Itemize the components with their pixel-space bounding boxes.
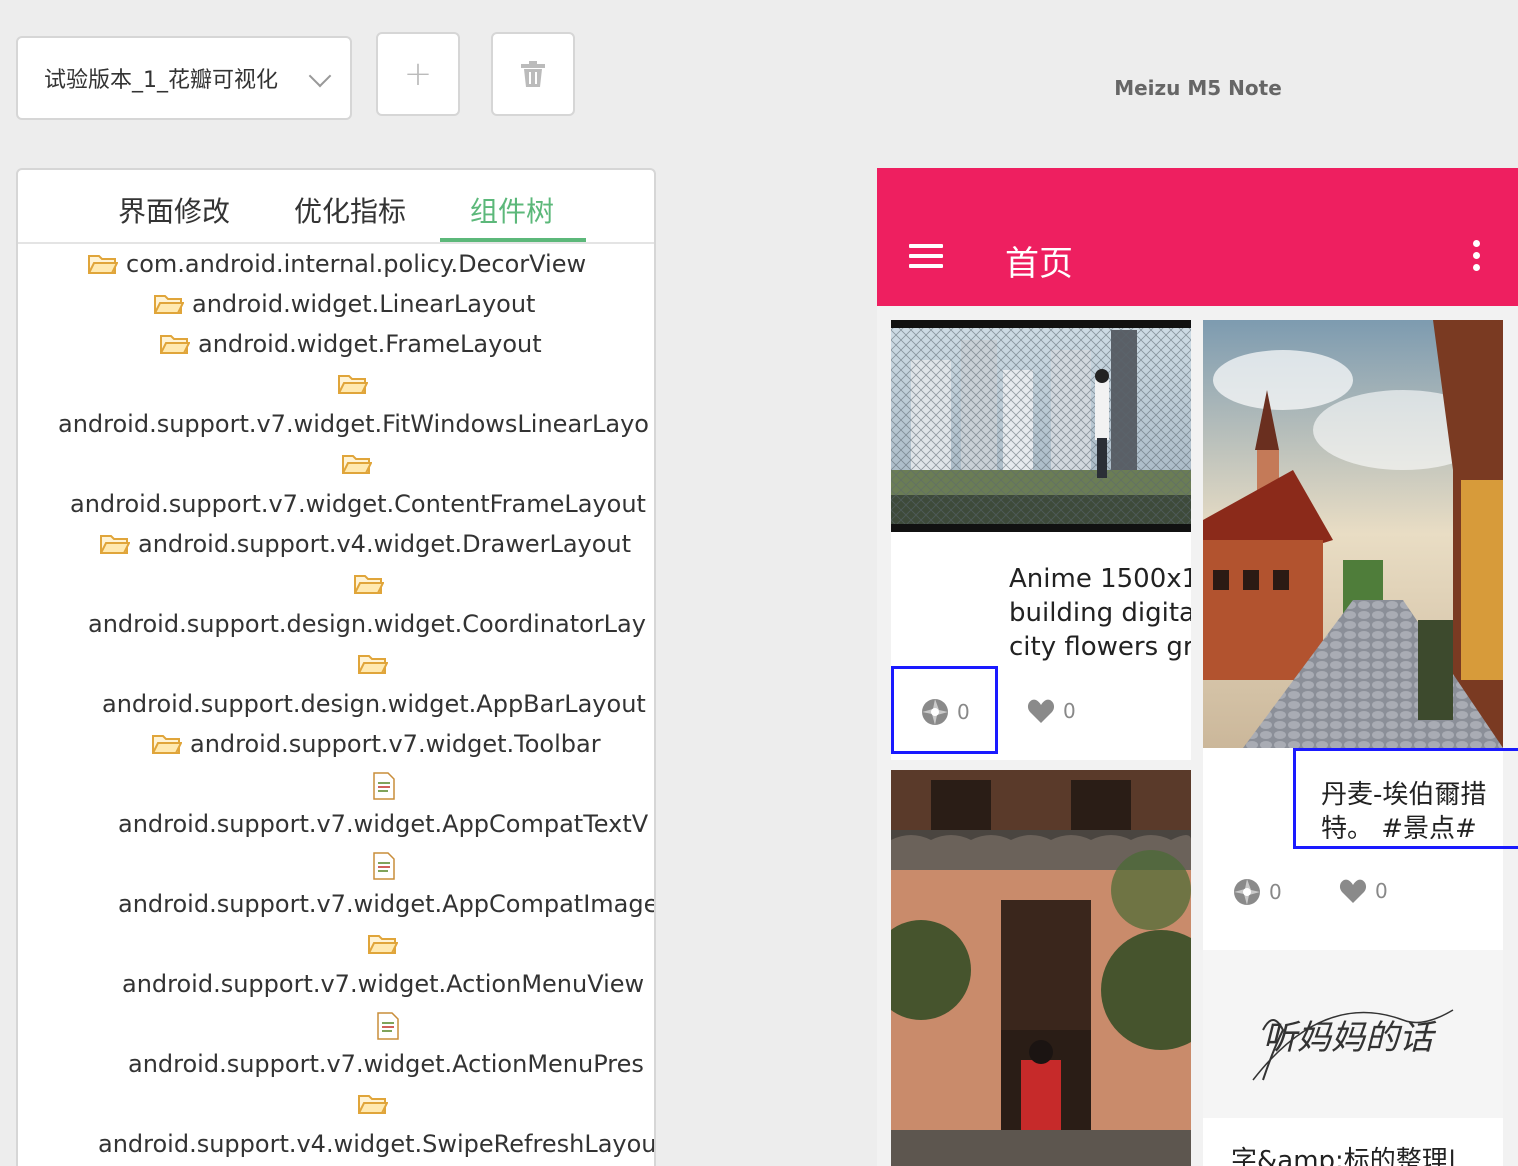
pin-image-anime-city: [891, 320, 1191, 532]
plus-icon: +: [403, 54, 433, 94]
tree-node-label: android.support.v7.widget.ActionMenuPres: [128, 1050, 644, 1078]
like-count-value: 0: [1375, 879, 1388, 903]
tree-node[interactable]: android.support.v7.widget.AppCompatImage: [18, 848, 656, 928]
like-count[interactable]: 0: [1027, 698, 1076, 724]
pin-card[interactable]: 丹麦-埃伯爾措 特。 #景点# 0 0: [1203, 320, 1503, 960]
tree-node[interactable]: android.support.v7.widget.ContentFrameLa…: [18, 448, 654, 528]
selected-element-highlight: [1293, 748, 1518, 849]
folder-open-icon: [341, 452, 373, 482]
aperture-icon: [1234, 879, 1260, 905]
tree-node[interactable]: android.support.design.widget.Coordinato…: [18, 568, 654, 648]
tree-node[interactable]: android.support.v7.widget.FitWindowsLine…: [18, 368, 654, 448]
handwriting-text: 听妈妈的话: [1263, 1018, 1433, 1058]
pin-title-line: 字&amp;标的整理|: [1231, 1146, 1457, 1166]
pin-image-handwriting: 听妈妈的话: [1203, 950, 1503, 1118]
tree-node-label: android.support.v7.widget.ContentFrameLa…: [70, 490, 646, 518]
tree-node-label: android.support.v7.widget.Toolbar: [190, 730, 601, 758]
tree-node-label: android.support.v7.widget.FitWindowsLine…: [58, 410, 649, 438]
tree-node-label: android.widget.FrameLayout: [198, 330, 542, 358]
tree-node[interactable]: android.support.v7.widget.ActionMenuView: [18, 928, 654, 1008]
app-bar-title: 首页: [1005, 244, 1073, 284]
tab-bar: 界面修改 优化指标 组件树: [18, 170, 654, 244]
folder-open-icon: [99, 532, 131, 562]
folder-open-icon: [87, 252, 119, 282]
tree-node-label: android.support.design.widget.AppBarLayo…: [102, 690, 646, 718]
folder-open-icon: [153, 292, 185, 322]
pin-title-line: city flowers gra: [1009, 632, 1191, 662]
tree-node[interactable]: android.support.v4.widget.DrawerLayout: [18, 528, 654, 564]
collect-count-value: 0: [1269, 880, 1282, 904]
pin-image-window-portrait: [891, 770, 1191, 1166]
folder-open-icon: [337, 372, 369, 402]
folder-open-icon: [357, 1092, 389, 1122]
folder-open-icon: [367, 932, 399, 962]
tree-node-label: android.support.v4.widget.SwipeRefreshLa…: [98, 1130, 656, 1158]
hamburger-menu-icon[interactable]: [909, 244, 943, 268]
pin-title-line: building digita: [1009, 598, 1191, 628]
tab-ui-edit[interactable]: 界面修改: [118, 190, 230, 230]
chevron-down-icon: [308, 64, 332, 88]
inspector-panel: 界面修改 优化指标 组件树 com.android.internal.polic…: [16, 168, 656, 1166]
folder-open-icon: [159, 332, 191, 362]
file-icon: [372, 772, 396, 806]
tree-node-label: android.support.v7.widget.ActionMenuView: [122, 970, 645, 998]
tab-metrics[interactable]: 优化指标: [294, 190, 406, 230]
folder-open-icon: [151, 732, 183, 762]
delete-version-button[interactable]: [491, 32, 575, 116]
version-select[interactable]: 试验版本_1_花瓣可视化: [16, 36, 352, 120]
file-icon: [376, 1012, 400, 1046]
pin-image-danish-street: [1203, 320, 1503, 748]
collect-count[interactable]: 0: [1233, 878, 1282, 906]
tree-node[interactable]: android.widget.LinearLayout: [18, 288, 654, 324]
like-count[interactable]: 0: [1339, 878, 1388, 904]
active-tab-indicator: [440, 238, 586, 242]
heart-icon: [1339, 879, 1367, 903]
tree-node[interactable]: android.support.v7.widget.AppCompatTextV: [18, 768, 654, 848]
version-select-value: 试验版本_1_花瓣可视化: [44, 68, 278, 93]
folder-open-icon: [353, 572, 385, 602]
pin-card[interactable]: [891, 770, 1191, 1166]
trash-icon: [521, 61, 545, 87]
tree-node-label: android.support.v7.widget.AppCompatImage: [118, 890, 656, 918]
add-version-button[interactable]: +: [376, 32, 460, 116]
file-icon: [372, 852, 396, 886]
folder-open-icon: [357, 652, 389, 682]
tree-node-label: android.widget.LinearLayout: [192, 290, 536, 318]
device-name: Meizu M5 Note: [1114, 76, 1282, 100]
tree-node[interactable]: android.widget.FrameLayout: [18, 328, 654, 364]
device-screen: 首页 Anime 1500x1 building digita city flo…: [877, 168, 1518, 1166]
tree-node[interactable]: android.support.v7.widget.Toolbar: [18, 728, 654, 764]
tree-node[interactable]: android.support.v7.widget.ActionMenuPres: [18, 1008, 654, 1088]
selected-element-highlight: [891, 666, 998, 754]
app-bar: 首页: [877, 168, 1518, 306]
tree-node-label: android.support.v7.widget.AppCompatTextV: [118, 810, 649, 838]
like-count-value: 0: [1063, 699, 1076, 723]
tree-node-label: android.support.v4.widget.DrawerLayout: [138, 530, 632, 558]
tree-node-label: android.support.design.widget.Coordinato…: [88, 610, 646, 638]
more-vert-icon[interactable]: [1473, 240, 1481, 272]
heart-icon: [1027, 699, 1055, 723]
component-tree: com.android.internal.policy.DecorView and…: [18, 244, 654, 1166]
tree-node-label: com.android.internal.policy.DecorView: [126, 250, 587, 278]
tree-node[interactable]: com.android.internal.policy.DecorView: [18, 248, 654, 284]
tree-node[interactable]: android.support.v4.widget.SwipeRefreshLa…: [18, 1088, 656, 1166]
tree-node[interactable]: android.support.design.widget.AppBarLayo…: [18, 648, 654, 728]
pin-title-line: Anime 1500x1: [1009, 564, 1191, 594]
pin-card[interactable]: 听妈妈的话 字&amp;标的整理|: [1203, 950, 1503, 1166]
tab-component-tree[interactable]: 组件树: [470, 190, 554, 230]
